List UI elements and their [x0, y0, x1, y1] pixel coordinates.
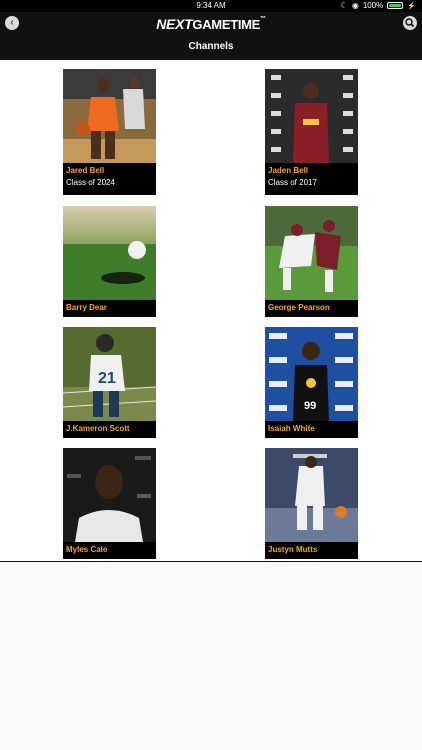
- moon-icon: ☾: [340, 1, 348, 10]
- logo-gametime: GAMETIME: [192, 17, 261, 32]
- channel-card-jared-bell[interactable]: Jared Bell Class of 2024: [63, 69, 156, 195]
- charging-icon: ⚡: [407, 2, 416, 10]
- battery-icon: [387, 2, 404, 9]
- channel-photo: [63, 69, 156, 163]
- channel-photo: [63, 448, 156, 542]
- search-icon: [405, 18, 415, 28]
- channel-card-george-pearson[interactable]: George Pearson: [265, 206, 358, 317]
- channel-card-jkameron-scott[interactable]: 21 J.Kameron Scott: [63, 327, 156, 438]
- channel-name: Jaden Bell: [268, 166, 309, 175]
- status-bar: 9:34 AM ☾ ◉ 100% ⚡: [0, 0, 422, 12]
- logo-next: NEXT: [156, 16, 193, 32]
- svg-text:99: 99: [304, 400, 316, 412]
- channel-photo: [265, 448, 358, 542]
- channel-photo: [265, 206, 358, 300]
- channel-name: Jared Bell: [66, 166, 105, 175]
- battery-fill: [389, 4, 402, 7]
- channel-name: Isaiah White: [268, 424, 315, 433]
- channel-card-barry-dear[interactable]: Barry Dear: [63, 206, 156, 317]
- channel-name: Justyn Mutts: [268, 545, 318, 554]
- nav-bar: ‹ NEXTGAMETIME™ Channels: [0, 12, 422, 60]
- channel-photo: [63, 206, 156, 300]
- svg-text:21: 21: [98, 370, 116, 387]
- location-icon: ◉: [351, 1, 359, 10]
- channel-photo: 21: [63, 327, 156, 421]
- channel-name: J.Kameron Scott: [66, 424, 130, 433]
- channel-photo: 99: [265, 327, 358, 421]
- app-logo: NEXTGAMETIME™: [0, 16, 422, 32]
- channel-photo: [265, 69, 358, 163]
- logo-tm: ™: [260, 16, 266, 22]
- page-title: Channels: [188, 41, 234, 52]
- search-button[interactable]: [403, 16, 417, 30]
- status-right: ☾ ◉ 100% ⚡: [341, 1, 416, 10]
- channel-subtitle: Class of 2024: [66, 178, 115, 187]
- channel-name: George Pearson: [268, 303, 330, 312]
- channel-name: Barry Dear: [66, 303, 107, 312]
- channel-card-justyn-mutts[interactable]: Justyn Mutts: [265, 448, 358, 559]
- channel-card-myles-cale[interactable]: Myles Cale: [63, 448, 156, 559]
- channel-subtitle: Class of 2017: [268, 178, 317, 187]
- channel-grid: Jared Bell Class of 2024 Jaden Bell Clas…: [0, 60, 422, 562]
- battery-percent: 100%: [362, 1, 384, 10]
- channel-card-isaiah-white[interactable]: 99 Isaiah White: [265, 327, 358, 438]
- channel-name: Myles Cale: [66, 545, 108, 554]
- channel-card-jaden-bell[interactable]: Jaden Bell Class of 2017: [265, 69, 358, 195]
